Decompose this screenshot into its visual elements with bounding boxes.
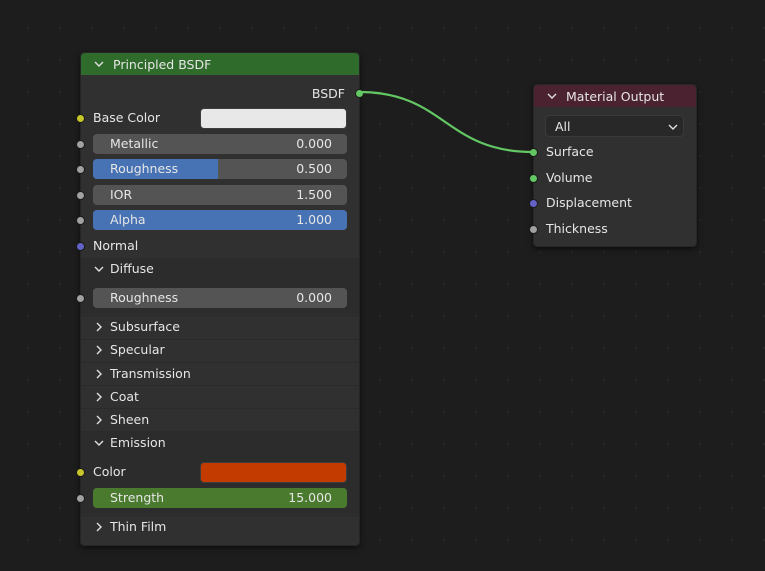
chevron-right-icon [91, 412, 107, 428]
emission-panel-header[interactable]: Emission [81, 432, 359, 454]
emission-strength-label: Strength [110, 490, 165, 505]
chevron-right-icon [91, 366, 107, 382]
output-node-header[interactable]: Material Output [534, 85, 696, 107]
panel-coat[interactable]: Coat [81, 386, 359, 408]
chevron-down-icon [91, 261, 107, 277]
ior-socket[interactable] [76, 191, 85, 200]
base-color-swatch[interactable] [200, 108, 347, 129]
volume-label: Volume [546, 170, 593, 185]
chevron-right-icon [91, 319, 107, 335]
panel-sheen[interactable]: Sheen [81, 409, 359, 431]
surface-label: Surface [546, 144, 594, 159]
chevron-down-icon[interactable] [544, 88, 560, 104]
panel-subsurface[interactable]: Subsurface [81, 316, 359, 338]
normal-socket[interactable] [76, 242, 85, 251]
emission-color-swatch[interactable] [200, 462, 347, 483]
alpha-value: 1.000 [296, 212, 332, 227]
emission-color-label: Color [93, 464, 126, 479]
material-output-node[interactable]: Material Output All Surface Volume Displ… [529, 84, 697, 247]
metallic-label: Metallic [110, 136, 159, 151]
thickness-socket[interactable] [529, 225, 538, 234]
emission-color-socket[interactable] [76, 468, 85, 477]
panel-specular-label: Specular [110, 342, 165, 357]
chevron-down-icon [91, 435, 107, 451]
metallic-value: 0.000 [296, 136, 332, 151]
target-dropdown-value: All [555, 119, 571, 134]
panel-sheen-label: Sheen [110, 412, 150, 427]
bsdf-output-socket[interactable] [355, 89, 364, 98]
target-dropdown[interactable]: All [545, 115, 684, 137]
displacement-socket[interactable] [529, 199, 538, 208]
displacement-label: Displacement [546, 195, 632, 210]
output-node-title: Material Output [566, 88, 665, 104]
roughness-slider[interactable]: Roughness 0.500 [93, 159, 347, 179]
roughness-value: 0.500 [296, 161, 332, 176]
bsdf-node-title: Principled BSDF [113, 56, 212, 72]
diffuse-roughness-label: Roughness [110, 290, 179, 305]
alpha-socket[interactable] [76, 216, 85, 225]
diffuse-panel-header[interactable]: Diffuse [81, 258, 359, 280]
chevron-right-icon [91, 342, 107, 358]
base-color-socket[interactable] [76, 114, 85, 123]
panel-transmission-label: Transmission [110, 366, 191, 381]
emission-label: Emission [110, 435, 166, 450]
panel-specular[interactable]: Specular [81, 339, 359, 361]
panel-thin-film[interactable]: Thin Film [81, 516, 359, 538]
chevron-right-icon [91, 389, 107, 405]
chevron-down-icon [665, 119, 681, 135]
surface-socket[interactable] [529, 148, 538, 157]
diffuse-roughness-value: 0.000 [296, 290, 332, 305]
normal-label: Normal [93, 238, 139, 253]
metallic-slider[interactable]: Metallic 0.000 [93, 134, 347, 154]
panel-coat-label: Coat [110, 389, 139, 404]
roughness-label: Roughness [110, 161, 179, 176]
emission-strength-slider[interactable]: Strength 15.000 [93, 488, 347, 508]
ior-slider[interactable]: IOR 1.500 [93, 185, 347, 205]
panel-subsurface-label: Subsurface [110, 319, 180, 334]
diffuse-label: Diffuse [110, 261, 154, 276]
bsdf-node-header[interactable]: Principled BSDF [81, 53, 359, 75]
emission-strength-socket[interactable] [76, 494, 85, 503]
thickness-label: Thickness [546, 221, 608, 236]
ior-value: 1.500 [296, 187, 332, 202]
diffuse-roughness-socket[interactable] [76, 294, 85, 303]
alpha-slider[interactable]: Alpha 1.000 [93, 210, 347, 230]
chevron-down-icon[interactable] [91, 56, 107, 72]
alpha-label: Alpha [110, 212, 146, 227]
roughness-socket[interactable] [76, 165, 85, 174]
principled-bsdf-node[interactable]: Principled BSDF BSDF Base Color Metallic… [76, 52, 364, 546]
diffuse-roughness-slider[interactable]: Roughness 0.000 [93, 288, 347, 308]
panel-thin-film-label: Thin Film [110, 519, 167, 534]
ior-label: IOR [110, 187, 133, 202]
metallic-socket[interactable] [76, 140, 85, 149]
base-color-label: Base Color [93, 110, 161, 125]
emission-strength-value: 15.000 [288, 490, 332, 505]
panel-transmission[interactable]: Transmission [81, 363, 359, 385]
volume-socket[interactable] [529, 174, 538, 183]
bsdf-output-label: BSDF [311, 86, 345, 101]
chevron-right-icon [91, 519, 107, 535]
